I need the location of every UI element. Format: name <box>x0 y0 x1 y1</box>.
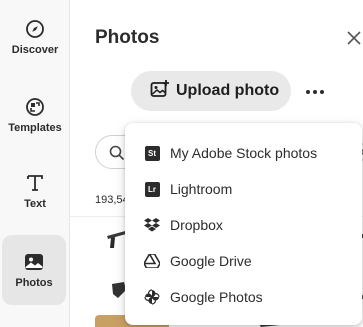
upload-photo-button[interactable]: Upload photo <box>131 71 291 111</box>
dropbox-icon <box>144 217 160 233</box>
menu-item-label: Dropbox <box>170 217 223 233</box>
search-icon <box>109 145 125 161</box>
adobe-stock-icon: St <box>144 145 160 161</box>
menu-item-lightroom[interactable]: Lr Lightroom <box>125 171 362 207</box>
lightroom-icon: Lr <box>144 181 160 197</box>
menu-item-label: Google Photos <box>170 289 263 305</box>
google-photos-icon <box>144 289 160 305</box>
rail-item-discover[interactable]: Discover <box>0 2 70 72</box>
menu-item-label: Lightroom <box>170 181 233 197</box>
more-options-button[interactable] <box>302 84 328 100</box>
menu-item-dropbox[interactable]: Dropbox <box>125 207 362 243</box>
close-icon[interactable] <box>345 29 363 47</box>
photos-icon <box>23 251 45 273</box>
google-drive-icon <box>144 253 160 269</box>
upload-source-menu: St My Adobe Stock photos Lr Lightroom Dr… <box>125 123 362 325</box>
result-count: 193,54 <box>95 194 129 206</box>
photos-panel-app: Discover Templates Text Photos Photos Up… <box>0 0 363 327</box>
rail-item-label: Photos <box>15 277 53 289</box>
compass-icon <box>24 18 46 40</box>
rail-item-label: Templates <box>8 122 62 134</box>
menu-item-adobe-stock[interactable]: St My Adobe Stock photos <box>125 135 362 171</box>
menu-item-label: My Adobe Stock photos <box>170 145 318 161</box>
rail-item-text[interactable]: Text <box>0 156 70 226</box>
menu-item-google-drive[interactable]: Google Drive <box>125 243 362 279</box>
rail-item-templates[interactable]: Templates <box>0 80 70 150</box>
menu-item-label: Google Drive <box>170 253 252 269</box>
left-rail: Discover Templates Text Photos <box>0 0 70 327</box>
rail-item-label: Discover <box>11 44 59 56</box>
upload-photo-label: Upload photo <box>176 82 280 99</box>
rail-item-photos[interactable]: Photos <box>2 235 66 305</box>
templates-icon <box>24 96 46 118</box>
menu-item-google-photos[interactable]: Google Photos <box>125 279 362 315</box>
panel-title: Photos <box>95 27 160 48</box>
text-icon <box>24 172 46 194</box>
rail-item-label: Text <box>24 198 46 210</box>
dot <box>320 90 324 94</box>
dot <box>306 90 310 94</box>
dot <box>313 90 317 94</box>
upload-image-icon <box>150 79 170 104</box>
